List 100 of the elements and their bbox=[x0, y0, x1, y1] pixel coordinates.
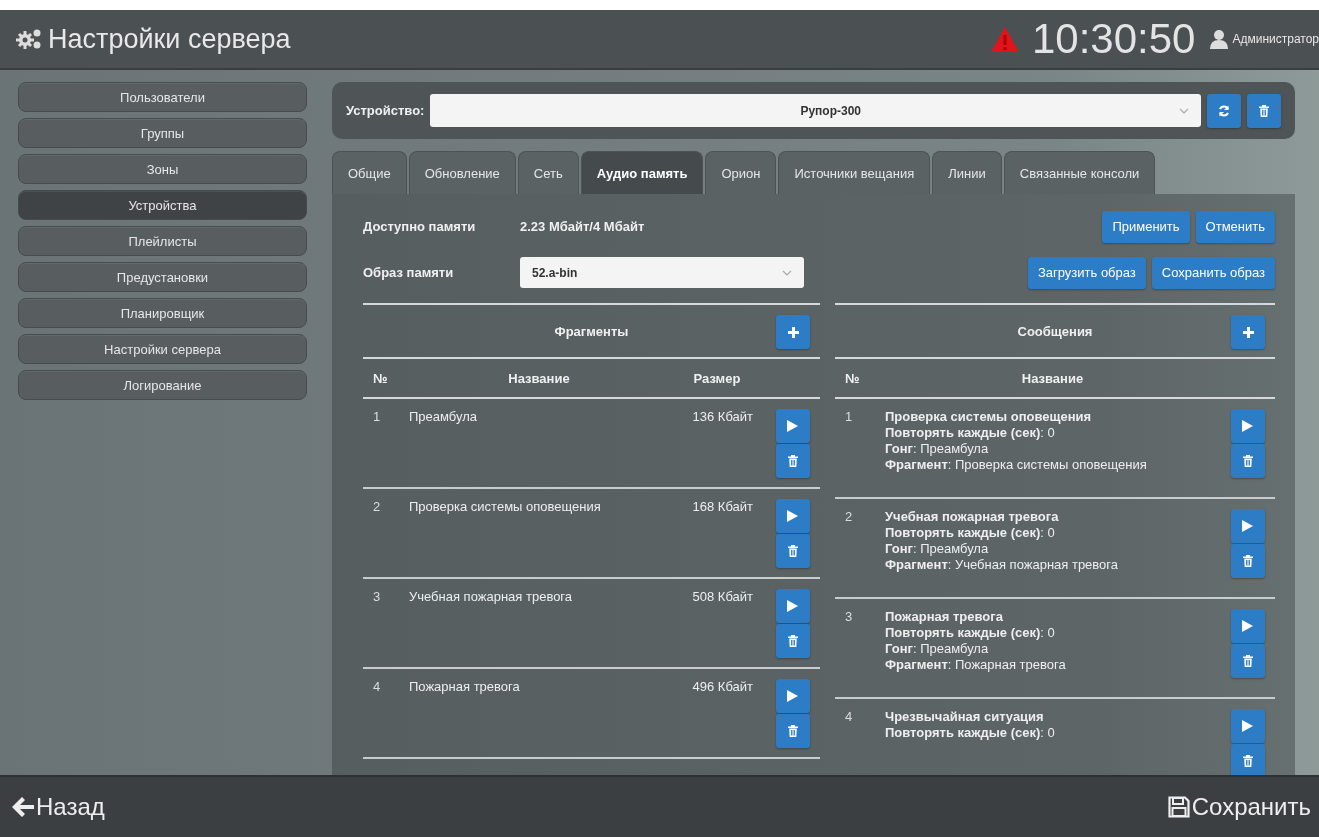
sidebar-item[interactable]: Планировщик bbox=[18, 298, 307, 328]
save-button[interactable]: Сохранить bbox=[1167, 793, 1311, 821]
chevron-down-icon bbox=[1179, 107, 1189, 114]
delete-button[interactable] bbox=[775, 624, 810, 658]
sidebar-item[interactable]: Зоны bbox=[18, 154, 307, 184]
sidebar-item[interactable]: Устройства bbox=[18, 190, 307, 220]
plus-icon bbox=[1242, 326, 1254, 338]
row-number: 2 bbox=[844, 509, 854, 524]
play-button[interactable] bbox=[775, 589, 810, 623]
trash-icon bbox=[1242, 655, 1253, 667]
message-detail: Гонг: Преамбула bbox=[885, 541, 990, 557]
clock-time: 10:30:50 bbox=[1031, 15, 1196, 63]
message-title: Пожарная тревога bbox=[885, 609, 1004, 625]
play-icon bbox=[1242, 720, 1253, 732]
row-number: 1 bbox=[372, 409, 382, 424]
message-title: Проверка системы оповещения bbox=[885, 409, 1093, 425]
message-detail: Повторять каждые (сек): 0 bbox=[885, 725, 1056, 741]
row-number: 3 bbox=[372, 589, 382, 604]
page-title: Настройки сервера bbox=[48, 23, 292, 55]
message-detail: Повторять каждые (сек): 0 bbox=[885, 425, 1056, 441]
delete-button[interactable] bbox=[1230, 744, 1265, 775]
chevron-down-icon bbox=[782, 269, 792, 276]
available-memory-label: Доступно памяти bbox=[363, 219, 477, 234]
refresh-button[interactable] bbox=[1207, 93, 1241, 128]
row-number: 3 bbox=[844, 609, 854, 624]
messages-title: Сообщения bbox=[1017, 323, 1093, 339]
add-button[interactable] bbox=[1231, 315, 1265, 349]
trash-icon bbox=[1242, 555, 1253, 567]
add-button[interactable] bbox=[776, 315, 810, 349]
user-name: Администратор bbox=[1232, 32, 1319, 46]
delete-button[interactable] bbox=[775, 444, 810, 478]
column-header: № bbox=[844, 370, 861, 386]
row-number: 4 bbox=[372, 679, 382, 694]
trash-icon bbox=[787, 635, 798, 647]
sidebar-item[interactable]: Настройки сервера bbox=[18, 334, 307, 364]
play-button[interactable] bbox=[775, 409, 810, 443]
tab[interactable]: Обновление bbox=[408, 151, 516, 194]
play-icon bbox=[787, 420, 798, 432]
tab[interactable]: Сеть bbox=[517, 151, 579, 194]
sidebar-item[interactable]: Предустановки bbox=[18, 262, 307, 292]
message-detail: Фрагмент: Пожарная тревога bbox=[885, 657, 1067, 673]
fragment-name: Проверка системы оповещения bbox=[409, 499, 602, 514]
delete-button[interactable] bbox=[1230, 444, 1265, 478]
sidebar-item[interactable]: Пользователи bbox=[18, 82, 307, 112]
warning-icon bbox=[989, 25, 1020, 53]
play-icon bbox=[1242, 620, 1253, 632]
tab[interactable]: Линии bbox=[932, 151, 1002, 194]
play-icon bbox=[1242, 520, 1253, 532]
column-header: № bbox=[372, 370, 389, 386]
play-icon bbox=[787, 600, 798, 612]
fragment-size: 136 Кбайт bbox=[691, 409, 754, 424]
play-button[interactable] bbox=[775, 679, 810, 713]
delete-button[interactable] bbox=[775, 534, 810, 568]
tab[interactable]: Общие bbox=[332, 151, 407, 194]
action-button[interactable]: Применить bbox=[1102, 210, 1190, 243]
message-detail: Гонг: Преамбула bbox=[885, 441, 990, 457]
trash-icon bbox=[1242, 455, 1253, 467]
delete-button[interactable] bbox=[1230, 544, 1265, 578]
gears-icon bbox=[16, 28, 42, 50]
trash-icon bbox=[1259, 104, 1269, 117]
image-button[interactable]: Загрузить образ bbox=[1027, 256, 1146, 289]
trash-icon bbox=[787, 545, 798, 557]
play-icon bbox=[787, 510, 798, 522]
delete-button[interactable] bbox=[1247, 93, 1281, 128]
tab[interactable]: Связанные консоли bbox=[1003, 151, 1156, 194]
tab[interactable]: Источники вещания bbox=[778, 151, 931, 194]
action-button[interactable]: Отменить bbox=[1195, 210, 1275, 243]
image-button[interactable]: Сохранить образ bbox=[1151, 256, 1275, 289]
play-button[interactable] bbox=[1230, 709, 1265, 743]
message-title: Учебная пожарная тревога bbox=[885, 509, 1060, 525]
device-select[interactable]: Рупор-300 bbox=[430, 94, 1201, 127]
play-button[interactable] bbox=[775, 499, 810, 533]
fragment-name: Учебная пожарная тревога bbox=[409, 589, 574, 604]
play-button[interactable] bbox=[1230, 609, 1265, 643]
delete-button[interactable] bbox=[1230, 644, 1265, 678]
fragment-size: 496 Кбайт bbox=[691, 679, 754, 694]
memory-image-select[interactable]: 52.a-bin bbox=[520, 257, 804, 288]
row-number: 2 bbox=[372, 499, 382, 514]
tab[interactable]: Орион bbox=[705, 151, 777, 194]
message-detail: Повторять каждые (сек): 0 bbox=[885, 625, 1056, 641]
fragment-name: Пожарная тревога bbox=[409, 679, 521, 694]
fragment-name: Преамбула bbox=[409, 409, 478, 424]
sidebar-item[interactable]: Плейлисты bbox=[18, 226, 307, 256]
trash-icon bbox=[1242, 755, 1253, 767]
sidebar-item[interactable]: Группы bbox=[18, 118, 307, 148]
tab[interactable]: Аудио память bbox=[580, 151, 704, 194]
back-button[interactable]: Назад bbox=[12, 793, 105, 821]
memory-image-label: Образ памяти bbox=[363, 265, 455, 280]
play-button[interactable] bbox=[1230, 509, 1265, 543]
delete-button[interactable] bbox=[775, 714, 810, 748]
play-button[interactable] bbox=[1230, 409, 1265, 443]
sidebar-item[interactable]: Логирование bbox=[18, 370, 307, 400]
trash-icon bbox=[787, 455, 798, 467]
message-detail: Фрагмент: Проверка системы оповещения bbox=[885, 457, 1148, 473]
refresh-icon bbox=[1218, 104, 1230, 117]
message-title: Чрезвычайная ситуация bbox=[885, 709, 1045, 725]
device-label: Устройство: bbox=[346, 103, 425, 118]
trash-icon bbox=[787, 725, 798, 737]
column-header: Название bbox=[1020, 370, 1085, 386]
fragment-size: 508 Кбайт bbox=[691, 589, 754, 604]
